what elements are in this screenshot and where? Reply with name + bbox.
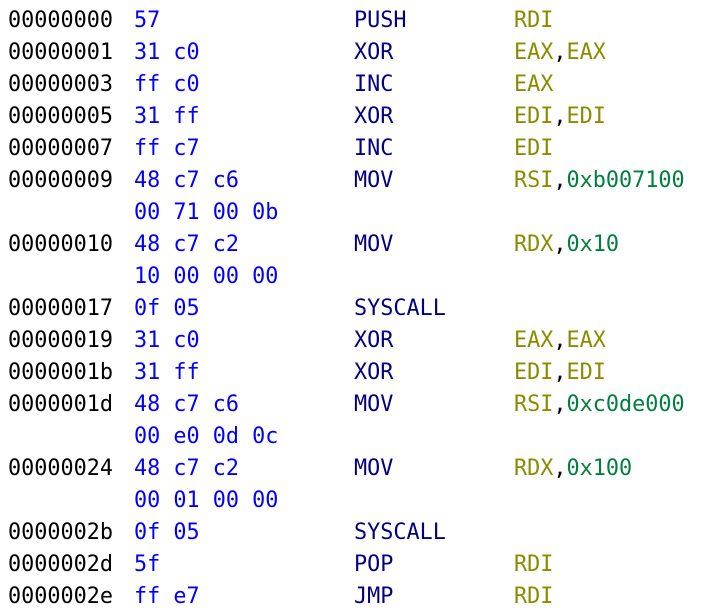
operand-separator: , <box>553 104 567 129</box>
mnemonic-cell: SYSCALL <box>354 296 446 321</box>
operands-cell: RDX,0x100 <box>514 453 632 485</box>
operands-cell: RDI <box>514 581 553 613</box>
address-cell: 0000001b <box>8 360 113 385</box>
operands-cell: EAX,EAX <box>514 325 606 357</box>
bytes-cell: 00 01 00 00 <box>134 488 279 513</box>
bytes-cell: ff c7 <box>134 136 200 161</box>
register-operand: EDI <box>566 360 606 385</box>
bytes-cell: 00 e0 0d 0c <box>134 424 279 449</box>
register-operand: EAX <box>514 40 554 65</box>
operands-cell: EDI,EDI <box>514 101 606 133</box>
operands-cell: RDI <box>514 549 553 581</box>
mnemonic-cell: XOR <box>354 40 394 65</box>
address-cell: 0000001d <box>8 392 113 417</box>
register-operand: EDI <box>514 136 554 161</box>
register-operand: RDI <box>514 584 554 609</box>
register-operand: RSI <box>514 392 554 417</box>
address-cell: 0000002e <box>8 584 113 609</box>
address-cell: 00000000 <box>8 8 113 33</box>
bytes-cell: 31 c0 <box>134 328 200 353</box>
operands-cell: RSI,0xb007100 <box>514 165 685 197</box>
operands-cell: RDI <box>514 5 553 37</box>
bytes-cell: 0f 05 <box>134 296 200 321</box>
address-cell: 00000003 <box>8 72 113 97</box>
bytes-cell: ff e7 <box>134 584 200 609</box>
bytes-cell: 5f <box>134 552 161 577</box>
bytes-cell: 48 c7 c6 <box>134 392 239 417</box>
register-operand: RSI <box>514 168 554 193</box>
operands-cell: RDX,0x10 <box>514 229 619 261</box>
immediate-operand: 0xb007100 <box>566 168 685 193</box>
address-cell: 00000007 <box>8 136 113 161</box>
operands-cell: EAX <box>514 69 553 101</box>
mnemonic-cell: MOV <box>354 392 394 417</box>
address-cell: 0000002d <box>8 552 113 577</box>
bytes-cell: 31 ff <box>134 104 200 129</box>
register-operand: EDI <box>514 104 554 129</box>
bytes-cell: 10 00 00 00 <box>134 264 279 289</box>
operands-cell: EDI,EDI <box>514 357 606 389</box>
register-operand: RDX <box>514 232 554 257</box>
bytes-cell: 57 <box>134 8 161 33</box>
mnemonic-cell: XOR <box>354 104 394 129</box>
operand-separator: , <box>553 456 567 481</box>
mnemonic-cell: MOV <box>354 456 394 481</box>
immediate-operand: 0x10 <box>566 232 620 257</box>
register-operand: EAX <box>514 328 554 353</box>
operands-cell: EAX,EAX <box>514 37 606 69</box>
bytes-cell: 31 ff <box>134 360 200 385</box>
register-operand: EAX <box>514 72 554 97</box>
operand-separator: , <box>553 392 567 417</box>
operand-separator: , <box>553 232 567 257</box>
bytes-cell: 31 c0 <box>134 40 200 65</box>
immediate-operand: 0xc0de000 <box>566 392 685 417</box>
address-cell: 0000002b <box>8 520 113 545</box>
mnemonic-cell: XOR <box>354 328 394 353</box>
bytes-cell: 0f 05 <box>134 520 200 545</box>
address-cell: 00000001 <box>8 40 113 65</box>
mnemonic-cell: MOV <box>354 168 394 193</box>
address-cell: 00000024 <box>8 456 113 481</box>
operands-cell: RSI,0xc0de000 <box>514 389 685 421</box>
register-operand: EAX <box>566 40 606 65</box>
operand-separator: , <box>553 40 567 65</box>
register-operand: RDI <box>514 552 554 577</box>
register-operand: EDI <box>514 360 554 385</box>
operands-cell: EDI <box>514 133 553 165</box>
operand-separator: , <box>553 360 567 385</box>
mnemonic-cell: SYSCALL <box>354 520 446 545</box>
address-cell: 00000005 <box>8 104 113 129</box>
operand-separator: , <box>553 328 567 353</box>
register-operand: RDX <box>514 456 554 481</box>
address-cell: 00000009 <box>8 168 113 193</box>
register-operand: EAX <box>566 328 606 353</box>
mnemonic-cell: MOV <box>354 232 394 257</box>
bytes-cell: 48 c7 c2 <box>134 456 239 481</box>
immediate-operand: 0x100 <box>566 456 633 481</box>
mnemonic-cell: JMP <box>354 584 394 609</box>
operand-separator: , <box>553 168 567 193</box>
mnemonic-cell: INC <box>354 136 394 161</box>
address-cell: 00000010 <box>8 232 113 257</box>
register-operand: RDI <box>514 8 554 33</box>
mnemonic-cell: POP <box>354 552 394 577</box>
bytes-cell: 48 c7 c2 <box>134 232 239 257</box>
address-cell: 00000017 <box>8 296 113 321</box>
mnemonic-cell: INC <box>354 72 394 97</box>
mnemonic-cell: PUSH <box>354 8 407 33</box>
register-operand: EDI <box>566 104 606 129</box>
bytes-cell: 48 c7 c6 <box>134 168 239 193</box>
bytes-cell: 00 71 00 0b <box>134 200 279 225</box>
mnemonic-cell: XOR <box>354 360 394 385</box>
bytes-cell: ff c0 <box>134 72 200 97</box>
address-cell: 00000019 <box>8 328 113 353</box>
